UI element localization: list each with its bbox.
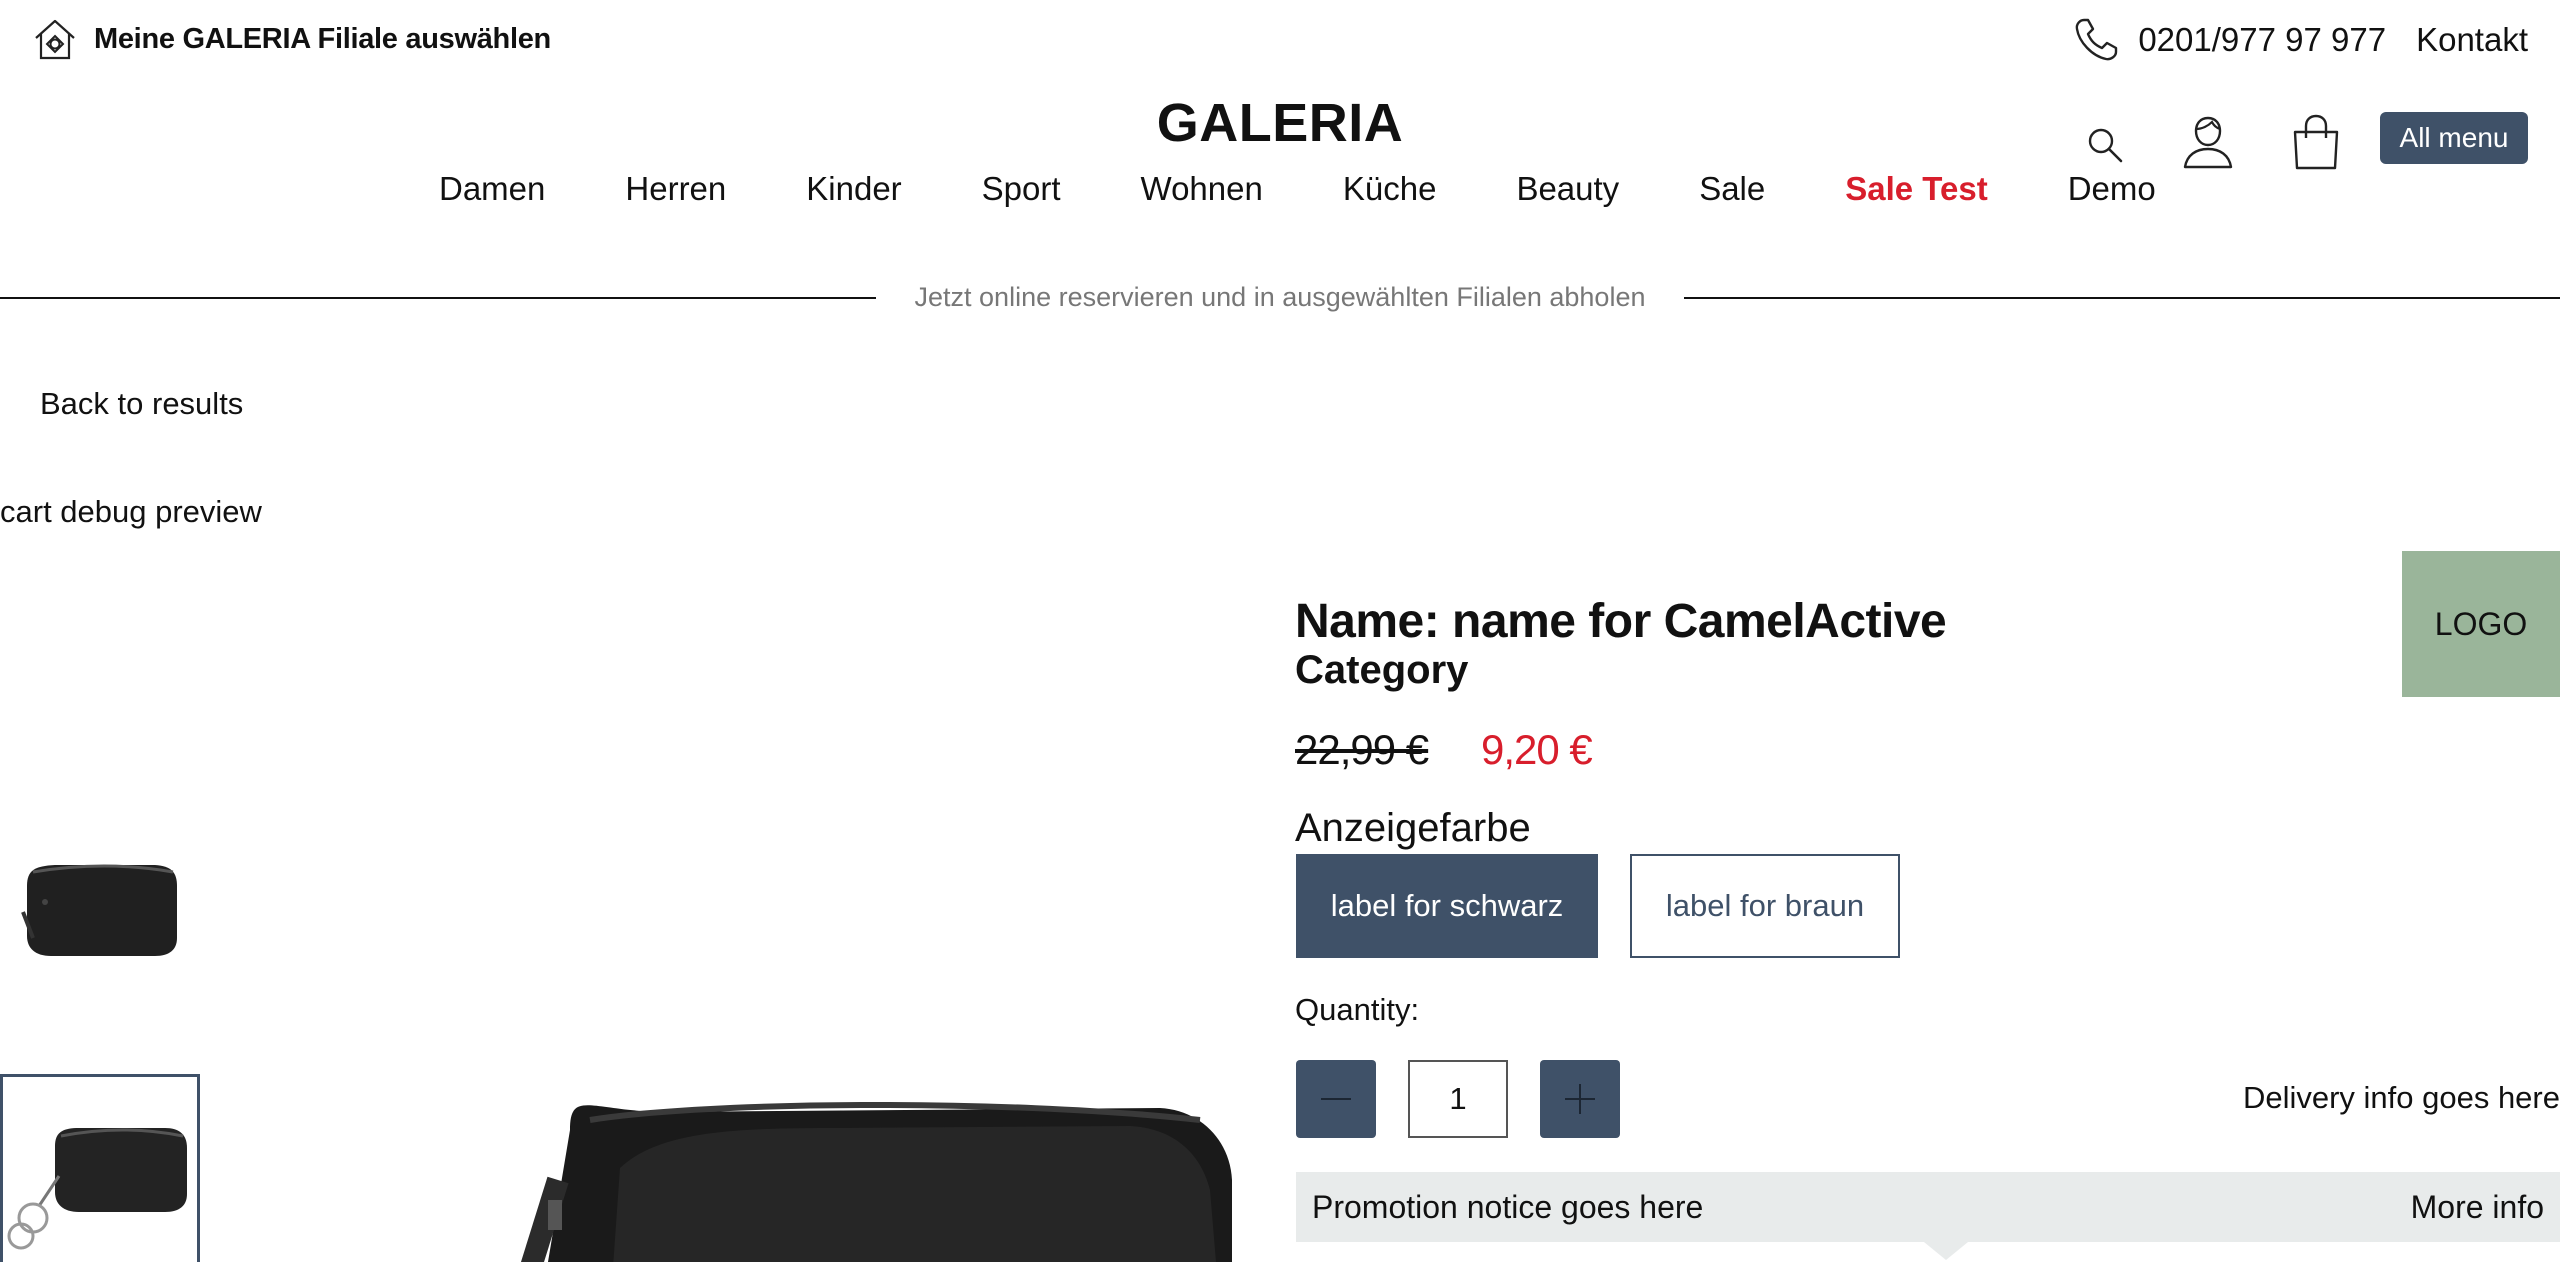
color-label: Anzeigefarbe [1295,806,1531,850]
nav-item-herren[interactable]: Herren [625,170,726,208]
contact-link[interactable]: Kontakt [2416,21,2528,59]
promotion-text: Promotion notice goes here [1312,1188,1704,1225]
quantity-decrease-button[interactable] [1296,1060,1376,1138]
product-thumbnail-2[interactable] [0,1074,200,1262]
color-option-schwarz[interactable]: label for schwarz [1296,854,1598,958]
phone-link[interactable]: 0201/977 97 977 [2070,14,2386,66]
more-info-link[interactable]: More info [2411,1189,2544,1226]
promotion-notice: Promotion notice goes here More info [1296,1172,2560,1242]
nav-item-kinder[interactable]: Kinder [806,170,901,208]
old-price: 22,99 € [1295,726,1429,773]
phone-number: 0201/977 97 977 [2138,21,2387,58]
shopping-bag-icon[interactable] [2290,112,2342,172]
contact-area: 0201/977 97 977 Kontakt [2070,14,2528,66]
promotion-arrow [1924,1242,1968,1260]
nav-item-kueche[interactable]: Küche [1343,170,1437,208]
nav-item-sale-test[interactable]: Sale Test [1845,170,1987,208]
product-category: Category [1295,648,1469,692]
minus-icon [1321,1098,1351,1100]
banner-divider-right [1684,297,2560,299]
store-select-label: Meine GALERIA Filiale auswählen [94,22,551,55]
reservation-banner: Jetzt online reservieren und in ausgewäh… [0,282,2560,314]
nav-item-damen[interactable]: Damen [439,170,545,208]
nav-item-wohnen[interactable]: Wohnen [1141,170,1263,208]
cart-debug-preview: cart debug preview [0,494,262,529]
quantity-increase-button[interactable] [1540,1060,1620,1138]
search-icon[interactable] [2084,124,2126,166]
product-main-image[interactable] [440,1050,1240,1262]
nav-item-beauty[interactable]: Beauty [1516,170,1619,208]
site-logo[interactable]: GALERIA [0,92,2560,154]
brand-logo-placeholder: LOGO [2402,551,2560,697]
product-thumbnail-1[interactable] [0,812,200,1002]
nav-item-demo[interactable]: Demo [2068,170,2156,208]
plus-icon [1565,1084,1595,1114]
phone-icon [2075,18,2118,61]
product-name: Name: name for CamelActive [1295,595,1947,648]
main-nav: Damen Herren Kinder Sport Wohnen Küche B… [439,170,2156,208]
top-bar: Meine GALERIA Filiale auswählen 0201/977… [0,0,2560,80]
wallet-keyring-image [7,1127,187,1249]
nav-item-sale[interactable]: Sale [1699,170,1765,208]
sale-price: 9,20 € [1481,726,1593,773]
user-icon[interactable] [2180,112,2236,172]
store-house-icon [35,19,75,60]
back-to-results-link[interactable]: Back to results [40,386,243,422]
wallet-main-image [520,1101,1232,1262]
color-option-braun[interactable]: label for braun [1630,854,1900,958]
store-select-link[interactable]: Meine GALERIA Filiale auswählen [32,16,551,62]
wallet-image [21,864,177,956]
quantity-input[interactable] [1408,1060,1508,1138]
quantity-label: Quantity: [1295,992,1420,1027]
nav-item-sport[interactable]: Sport [982,170,1061,208]
all-menu-button[interactable]: All menu [2380,112,2528,164]
delivery-info: Delivery info goes here [2242,1080,2560,1115]
